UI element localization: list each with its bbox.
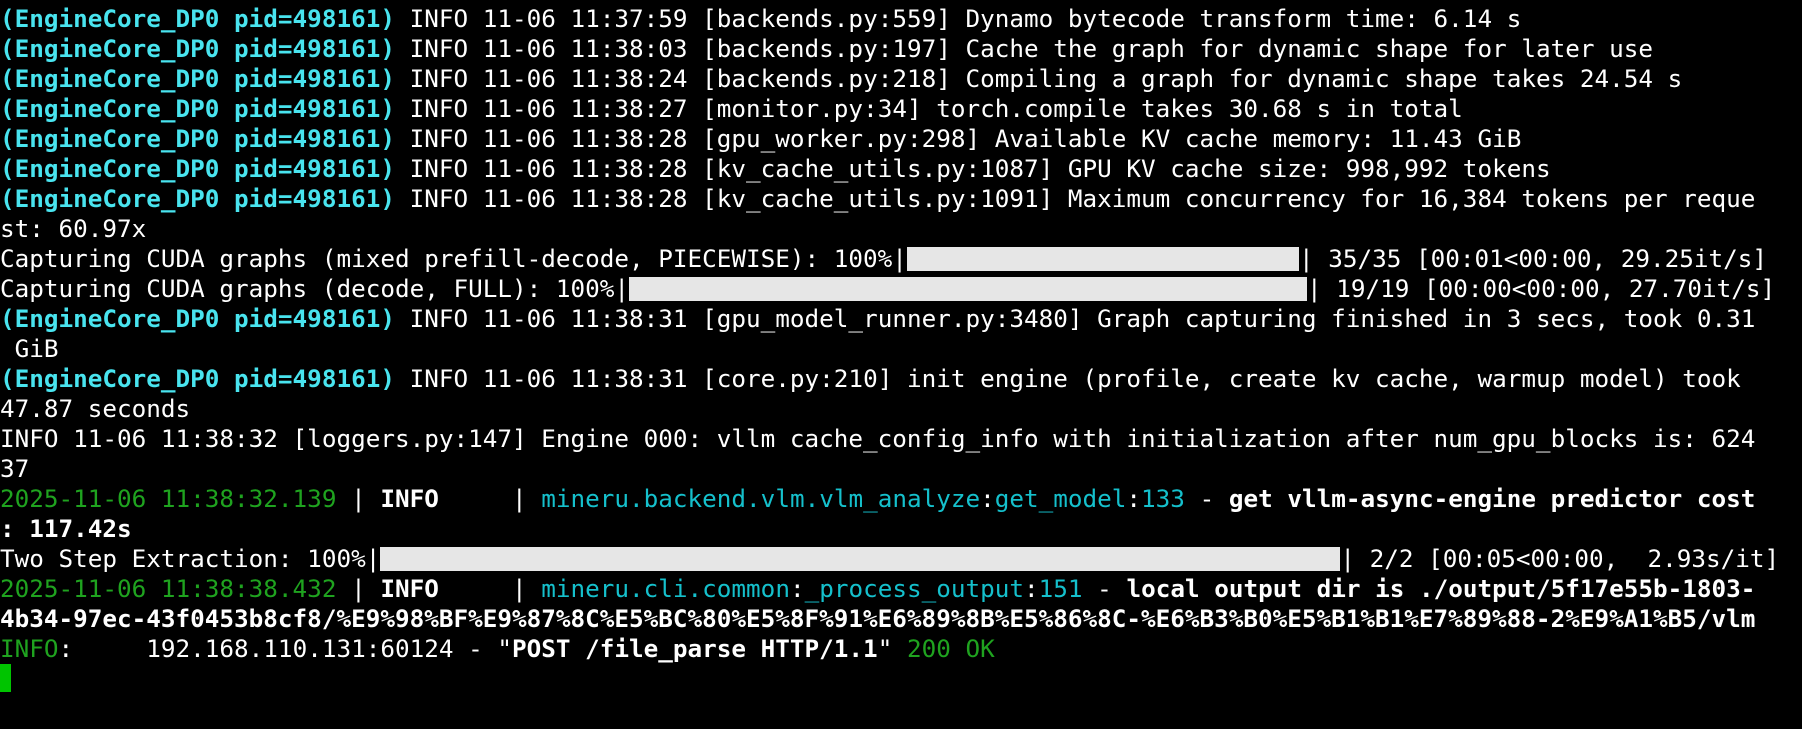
progress-label: Capturing CUDA graphs (mixed prefill-dec… xyxy=(0,244,907,273)
log-message: INFO 11-06 11:38:24 [backends.py:218] Co… xyxy=(394,64,1683,93)
log-message: INFO 11-06 11:38:28 [kv_cache_utils.py:1… xyxy=(394,184,1756,213)
terminal-window[interactable]: (EngineCore_DP0 pid=498161) INFO 11-06 1… xyxy=(0,0,1802,729)
log-message: 37 xyxy=(0,454,30,483)
process-tag: (EngineCore_DP0 pid=498161) xyxy=(0,4,395,33)
progress-line: Two Step Extraction: 100%| | 2/2 [00:05<0… xyxy=(0,544,1779,574)
separator: : xyxy=(980,484,995,513)
log-line: (EngineCore_DP0 pid=498161) INFO 11-06 1… xyxy=(0,94,1463,124)
process-tag: (EngineCore_DP0 pid=498161) xyxy=(0,34,395,63)
log-line: (EngineCore_DP0 pid=498161) INFO 11-06 1… xyxy=(0,4,1521,34)
log-message: st: 60.97x xyxy=(0,214,147,243)
log-module: mineru.cli.common xyxy=(541,574,790,603)
access-client: : 192.168.110.131:60124 - " xyxy=(58,634,512,663)
log-message: GiB xyxy=(0,334,59,363)
log-message: INFO 11-06 11:38:28 [gpu_worker.py:298] … xyxy=(394,124,1522,153)
mineru-log-line: 2025-11-06 11:38:38.432 | INFO | mineru.… xyxy=(0,574,1755,604)
progress-bar xyxy=(906,247,1299,271)
separator: | xyxy=(497,574,542,603)
log-message: INFO 11-06 11:38:32 [loggers.py:147] Eng… xyxy=(0,424,1756,453)
log-line-wrap: 47.87 seconds xyxy=(0,394,190,424)
progress-stats: | 19/19 [00:00<00:00, 27.70it/s] xyxy=(1307,274,1776,303)
log-level: INFO xyxy=(380,574,498,603)
log-timestamp: 2025-11-06 11:38:38.432 xyxy=(0,574,337,603)
log-message: INFO 11-06 11:38:31 [gpu_model_runner.py… xyxy=(394,304,1756,333)
log-message: : 117.42s xyxy=(0,514,132,543)
separator: : xyxy=(789,574,805,603)
log-line: (EngineCore_DP0 pid=498161) INFO 11-06 1… xyxy=(0,154,1551,184)
progress-line: Capturing CUDA graphs (decode, FULL): 10… xyxy=(0,274,1775,304)
log-line-wrap: GiB xyxy=(0,334,59,364)
progress-bar xyxy=(380,547,1341,571)
separator: : xyxy=(1126,484,1142,513)
log-lineno: 133 xyxy=(1141,484,1185,513)
process-tag: (EngineCore_DP0 pid=498161) xyxy=(0,304,395,333)
log-message: 4b34-97ec-43f0453b8cf8/%E9%98%BF%E9%87%8… xyxy=(0,604,1756,633)
log-line: (EngineCore_DP0 pid=498161) INFO 11-06 1… xyxy=(0,184,1755,214)
separator: | xyxy=(497,484,542,513)
process-tag: (EngineCore_DP0 pid=498161) xyxy=(0,184,395,213)
terminal-cursor xyxy=(0,664,11,692)
log-function: get_model xyxy=(994,484,1127,513)
log-message: INFO 11-06 11:38:31 [core.py:210] init e… xyxy=(394,364,1741,393)
mineru-log-line: 2025-11-06 11:38:32.139 | INFO | mineru.… xyxy=(0,484,1755,514)
process-tag: (EngineCore_DP0 pid=498161) xyxy=(0,64,395,93)
log-line: (EngineCore_DP0 pid=498161) INFO 11-06 1… xyxy=(0,64,1682,94)
progress-label: Two Step Extraction: 100%| xyxy=(0,544,381,573)
separator: - xyxy=(1082,574,1127,603)
log-line-wrap: 4b34-97ec-43f0453b8cf8/%E9%98%BF%E9%87%8… xyxy=(0,604,1755,634)
separator: | xyxy=(336,484,381,513)
process-tag: (EngineCore_DP0 pid=498161) xyxy=(0,124,395,153)
log-module: mineru.backend.vlm.vlm_analyze xyxy=(541,484,981,513)
http-request: POST /file_parse HTTP/1.1 xyxy=(511,634,878,663)
log-lineno: 151 xyxy=(1038,574,1083,603)
progress-line: Capturing CUDA graphs (mixed prefill-dec… xyxy=(0,244,1767,274)
log-message: get vllm-async-engine predictor cost xyxy=(1228,484,1756,513)
log-message: INFO 11-06 11:38:03 [backends.py:197] Ca… xyxy=(394,34,1653,63)
log-line-wrap: st: 60.97x xyxy=(0,214,146,244)
process-tag: (EngineCore_DP0 pid=498161) xyxy=(0,94,395,123)
log-message: INFO 11-06 11:37:59 [backends.py:559] Dy… xyxy=(394,4,1522,33)
log-level: INFO xyxy=(0,634,59,663)
log-timestamp: 2025-11-06 11:38:32.139 xyxy=(0,484,337,513)
separator: : xyxy=(1024,574,1039,603)
log-line: (EngineCore_DP0 pid=498161) INFO 11-06 1… xyxy=(0,124,1521,154)
log-message: 47.87 seconds xyxy=(0,394,191,423)
separator: | xyxy=(336,574,381,603)
http-status: 200 OK xyxy=(906,634,995,663)
progress-bar xyxy=(629,277,1308,301)
process-tag: (EngineCore_DP0 pid=498161) xyxy=(0,364,395,393)
log-message: local output dir is ./output/5f17e55b-18… xyxy=(1126,574,1756,603)
log-message: INFO 11-06 11:38:27 [monitor.py:34] torc… xyxy=(394,94,1463,123)
log-line: INFO 11-06 11:38:32 [loggers.py:147] Eng… xyxy=(0,424,1755,454)
log-line: (EngineCore_DP0 pid=498161) INFO 11-06 1… xyxy=(0,34,1653,64)
log-line: (EngineCore_DP0 pid=498161) INFO 11-06 1… xyxy=(0,304,1755,334)
separator: - xyxy=(1184,484,1229,513)
log-line-wrap: : 117.42s xyxy=(0,514,132,544)
log-message: INFO 11-06 11:38:28 [kv_cache_utils.py:1… xyxy=(394,154,1551,183)
log-line-wrap: 37 xyxy=(0,454,29,484)
process-tag: (EngineCore_DP0 pid=498161) xyxy=(0,154,395,183)
log-line: (EngineCore_DP0 pid=498161) INFO 11-06 1… xyxy=(0,364,1741,394)
progress-label: Capturing CUDA graphs (decode, FULL): 10… xyxy=(0,274,630,303)
log-level: INFO xyxy=(380,484,498,513)
access-log-line: INFO: 192.168.110.131:60124 - "POST /fil… xyxy=(0,634,995,664)
separator: " xyxy=(877,634,907,663)
progress-stats: | 35/35 [00:01<00:00, 29.25it/s] xyxy=(1298,244,1768,273)
log-function: _process_output xyxy=(804,574,1025,603)
progress-stats: | 2/2 [00:05<00:00, 2.93s/it] xyxy=(1340,544,1780,573)
